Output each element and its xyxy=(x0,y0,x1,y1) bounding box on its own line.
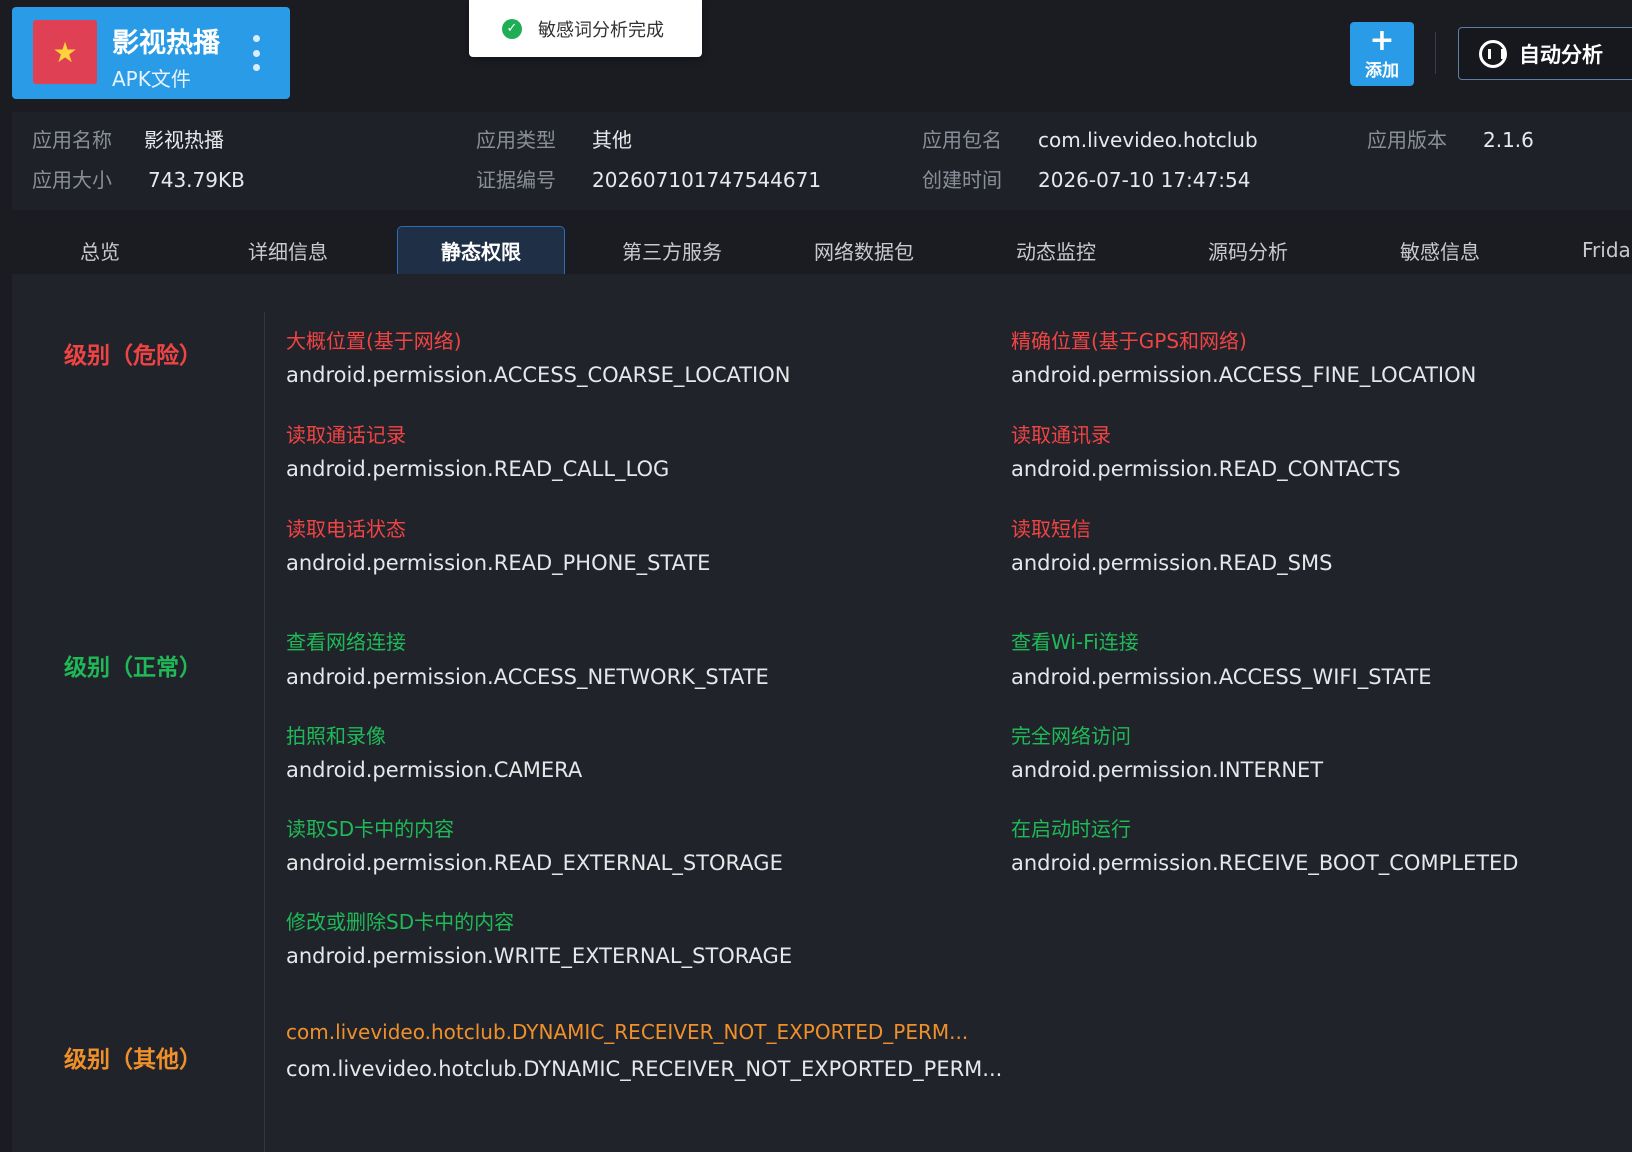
info-label: 证据编号 xyxy=(476,168,556,192)
perm-name: android.permission.ACCESS_NETWORK_STATE xyxy=(286,665,769,689)
info-label: 应用版本 xyxy=(1367,128,1447,152)
plus-icon: + xyxy=(1369,22,1395,58)
app-name: 影视热播 xyxy=(112,28,220,59)
info-value: 影视热播 xyxy=(144,128,224,152)
info-evidence-id: 证据编号 202607101747544671 xyxy=(476,164,821,193)
tab-frida[interactable]: Frida xyxy=(1548,226,1632,274)
tab-details[interactable]: 详细信息 xyxy=(204,226,372,274)
perm-title: 读取通讯录 xyxy=(1011,423,1111,447)
perm-title: 读取SD卡中的内容 xyxy=(286,817,455,841)
tab-network-packets[interactable]: 网络数据包 xyxy=(780,226,948,274)
info-value: com.livevideo.hotclub xyxy=(1038,128,1258,152)
perm-name: android.permission.READ_EXTERNAL_STORAGE xyxy=(286,851,783,875)
info-app-version: 应用版本 2.1.6 xyxy=(1367,124,1534,153)
app-type: APK文件 xyxy=(112,67,191,91)
app-card[interactable]: ★ 影视热播 APK文件 xyxy=(12,7,290,99)
perm-name: android.permission.READ_CONTACTS xyxy=(1011,457,1401,481)
tab-overview[interactable]: 总览 xyxy=(16,226,184,274)
info-value: 2026-07-10 17:47:54 xyxy=(1038,168,1251,192)
tab-sensitive-info[interactable]: 敏感信息 xyxy=(1356,226,1524,274)
perm-name: android.permission.ACCESS_FINE_LOCATION xyxy=(1011,363,1477,387)
top-bar: ★ 影视热播 APK文件 ✓ 敏感词分析完成 + 添加 自动分析 xyxy=(0,0,1632,108)
tab-dynamic-monitor[interactable]: 动态监控 xyxy=(972,226,1140,274)
auto-analyze-button[interactable]: 自动分析 xyxy=(1458,27,1632,80)
info-label: 应用类型 xyxy=(476,128,556,152)
perm-title: 拍照和录像 xyxy=(286,724,386,748)
perm-title: 查看Wi-Fi连接 xyxy=(1011,630,1139,654)
perm-title: 查看网络连接 xyxy=(286,630,406,654)
info-created-time: 创建时间 2026-07-10 17:47:54 xyxy=(922,164,1250,193)
perm-title: 大概位置(基于网络) xyxy=(286,329,462,353)
perm-title: 精确位置(基于GPS和网络) xyxy=(1011,329,1247,353)
info-app-size: 应用大小 743.79KB xyxy=(32,164,245,193)
add-button-label: 添加 xyxy=(1365,60,1399,81)
analytics-icon xyxy=(1479,39,1507,68)
perm-title: 读取电话状态 xyxy=(286,517,406,541)
perm-title: 修改或删除SD卡中的内容 xyxy=(286,910,515,934)
info-label: 创建时间 xyxy=(922,168,1002,192)
perm-name: android.permission.ACCESS_WIFI_STATE xyxy=(1011,665,1432,689)
more-vertical-icon[interactable] xyxy=(246,31,266,75)
tab-third-party[interactable]: 第三方服务 xyxy=(588,226,756,274)
perm-title: 读取短信 xyxy=(1011,517,1091,541)
perm-name: android.permission.WRITE_EXTERNAL_STORAG… xyxy=(286,944,793,968)
info-value: 其他 xyxy=(592,128,632,152)
level-other-label: 级别（其他） xyxy=(64,1047,202,1073)
perm-name: android.permission.ACCESS_COARSE_LOCATIO… xyxy=(286,363,791,387)
tab-static-permissions[interactable]: 静态权限 xyxy=(397,226,565,274)
perm-name: android.permission.READ_PHONE_STATE xyxy=(286,551,711,575)
info-label: 应用名称 xyxy=(32,128,112,152)
level-normal-label: 级别（正常） xyxy=(64,655,202,681)
tab-bar: 总览 详细信息 静态权限 第三方服务 网络数据包 动态监控 源码分析 敏感信息 … xyxy=(12,226,1632,274)
toast-text: 敏感词分析完成 xyxy=(538,19,664,41)
permissions-panel: 级别（危险） 大概位置(基于网络) android.permission.ACC… xyxy=(12,274,1632,1152)
check-circle-icon: ✓ xyxy=(502,18,522,39)
perm-title: 在启动时运行 xyxy=(1011,817,1131,841)
tab-source-analysis[interactable]: 源码分析 xyxy=(1164,226,1332,274)
perm-name: android.permission.READ_SMS xyxy=(1011,551,1333,575)
toast-notification: ✓ 敏感词分析完成 xyxy=(469,0,702,57)
level-danger-label: 级别（危险） xyxy=(64,343,202,369)
perm-title: 读取通话记录 xyxy=(286,423,406,447)
info-value: 202607101747544671 xyxy=(592,168,822,192)
info-app-type: 应用类型 其他 xyxy=(476,124,632,153)
info-package-name: 应用包名 com.livevideo.hotclub xyxy=(922,124,1258,153)
levels-divider xyxy=(264,312,265,1152)
perm-title: com.livevideo.hotclub.DYNAMIC_RECEIVER_N… xyxy=(286,1020,969,1044)
info-label: 应用包名 xyxy=(922,128,1002,152)
perm-name: com.livevideo.hotclub.DYNAMIC_RECEIVER_N… xyxy=(286,1057,1003,1081)
perm-name: android.permission.RECEIVE_BOOT_COMPLETE… xyxy=(1011,851,1519,875)
star-flag-icon: ★ xyxy=(33,20,97,84)
info-app-name: 应用名称 影视热播 xyxy=(32,124,224,153)
auto-analyze-label: 自动分析 xyxy=(1519,42,1603,67)
perm-name: android.permission.READ_CALL_LOG xyxy=(286,457,670,481)
info-value: 2.1.6 xyxy=(1483,128,1534,152)
app-info-panel: 应用名称 影视热播 应用类型 其他 应用包名 com.livevideo.hotclu… xyxy=(12,112,1632,210)
info-label: 应用大小 xyxy=(32,168,112,192)
toolbar-divider xyxy=(1435,32,1436,74)
info-value: 743.79KB xyxy=(148,168,245,192)
perm-name: android.permission.CAMERA xyxy=(286,758,583,782)
perm-name: android.permission.INTERNET xyxy=(1011,758,1324,782)
perm-title: 完全网络访问 xyxy=(1011,724,1131,748)
add-button[interactable]: + 添加 xyxy=(1350,22,1414,86)
